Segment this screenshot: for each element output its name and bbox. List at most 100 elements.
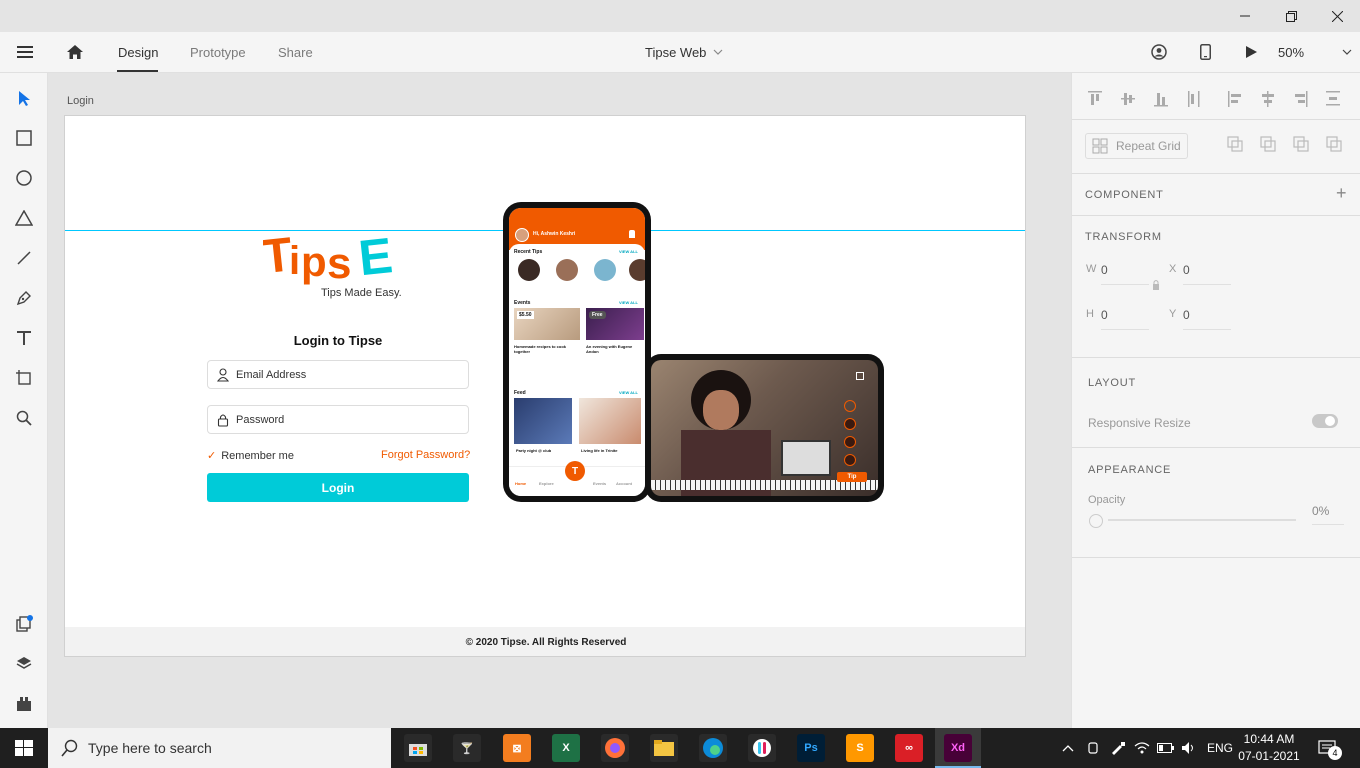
- lock-aspect-icon[interactable]: [1152, 279, 1160, 291]
- opacity-value[interactable]: 0%: [1312, 504, 1329, 518]
- svg-text:Tips Made Easy.: Tips Made Easy.: [321, 287, 402, 299]
- firefox-icon[interactable]: [601, 734, 629, 762]
- remember-me-checkbox[interactable]: ✓ Remember me: [207, 449, 294, 462]
- video-screen: Tip: [651, 360, 878, 496]
- artboard-tool-icon[interactable]: [12, 366, 36, 390]
- windows-start-icon[interactable]: [15, 740, 33, 761]
- show-hidden-icons[interactable]: [1062, 728, 1074, 768]
- app-game-icon[interactable]: 🍸: [453, 734, 481, 762]
- y-value[interactable]: 0: [1183, 308, 1190, 322]
- zoom-tool-icon[interactable]: [12, 406, 36, 430]
- responsive-resize-toggle[interactable]: [1312, 414, 1338, 428]
- share-user-icon[interactable]: [1151, 32, 1168, 72]
- tip-option-4: [844, 454, 856, 466]
- component-section-title: COMPONENT: [1085, 189, 1164, 201]
- text-tool-icon[interactable]: [12, 326, 36, 350]
- x-value[interactable]: 0: [1183, 263, 1190, 277]
- volume-icon[interactable]: [1181, 728, 1197, 768]
- document-title-label: Tipse Web: [645, 44, 707, 60]
- tipse-logo: T i p s E Tips Made Easy.: [260, 227, 423, 300]
- slack-icon[interactable]: [748, 734, 776, 762]
- view-all-link: VIEW ALL: [619, 390, 638, 395]
- login-button[interactable]: Login: [207, 473, 469, 502]
- xd-taskbar-button[interactable]: Xd: [935, 728, 981, 768]
- align-icons[interactable]: [1088, 91, 1340, 107]
- select-tool-icon[interactable]: [12, 86, 36, 110]
- tab-design[interactable]: Design: [118, 32, 158, 72]
- layers-panel-icon[interactable]: [12, 652, 36, 676]
- opacity-slider-track[interactable]: [1108, 519, 1296, 521]
- language-indicator[interactable]: ENG: [1207, 728, 1233, 768]
- artboard-login[interactable]: T i p s E Tips Made Easy. Login to Tipse…: [64, 115, 1026, 657]
- width-value[interactable]: 0: [1101, 263, 1108, 277]
- plugins-panel-icon[interactable]: [12, 692, 36, 716]
- phone-mockup-landscape[interactable]: Tip: [645, 354, 884, 502]
- rectangle-tool-icon[interactable]: [12, 126, 36, 150]
- tip-option-1: [844, 400, 856, 412]
- nav-home: Home: [515, 481, 527, 486]
- line-tool-icon[interactable]: [12, 246, 36, 270]
- battery-icon[interactable]: [1157, 728, 1175, 768]
- wifi-icon[interactable]: [1134, 728, 1150, 768]
- taskbar-search[interactable]: Type here to search: [48, 728, 391, 768]
- password-field[interactable]: Password: [207, 405, 469, 434]
- store-icon[interactable]: [404, 734, 432, 762]
- zoom-select[interactable]: 50%: [1278, 32, 1352, 72]
- feed-title-1: Party night @ club: [516, 448, 552, 453]
- tray-app-icon[interactable]: [1086, 728, 1100, 768]
- edge-icon[interactable]: [699, 734, 727, 762]
- xd-icon: Xd: [944, 734, 972, 762]
- close-button[interactable]: [1314, 0, 1360, 32]
- tip-button: Tip: [837, 472, 867, 482]
- repeat-grid-icon: [1092, 138, 1108, 154]
- clock[interactable]: 10:44 AM 07-01-2021: [1238, 731, 1300, 765]
- bottom-nav: Home Explore T Events Account: [509, 461, 645, 496]
- tab-share[interactable]: Share: [278, 32, 313, 72]
- pen-tool-icon[interactable]: [12, 286, 36, 310]
- file-explorer-icon[interactable]: [650, 734, 678, 762]
- excel-icon[interactable]: X: [552, 734, 580, 762]
- photoshop-icon[interactable]: Ps: [797, 734, 825, 762]
- transform-section-title: TRANSFORM: [1085, 231, 1162, 243]
- artboard-label[interactable]: Login: [67, 95, 94, 107]
- forgot-password-link[interactable]: Forgot Password?: [381, 449, 470, 461]
- assets-panel-icon[interactable]: [12, 612, 36, 636]
- notification-center-icon[interactable]: 4: [1318, 728, 1342, 768]
- divider: [1072, 357, 1360, 358]
- device-preview-icon[interactable]: [1200, 32, 1211, 72]
- events-label: Events: [514, 300, 531, 306]
- restore-button[interactable]: [1268, 0, 1314, 32]
- opacity-slider-thumb[interactable]: [1089, 514, 1103, 528]
- minimize-button[interactable]: [1222, 0, 1268, 32]
- add-component-icon[interactable]: +: [1336, 183, 1347, 204]
- creative-cloud-icon[interactable]: ∞: [895, 734, 923, 762]
- phone-mockup-portrait[interactable]: Hi, Ashwin Keshri Recent Tips VIEW ALL E…: [503, 202, 651, 502]
- height-label: H: [1086, 308, 1094, 320]
- color-picker-icon[interactable]: [1110, 728, 1126, 768]
- document-title[interactable]: Tipse Web: [645, 32, 723, 72]
- sublime-icon[interactable]: S: [846, 734, 874, 762]
- nav-events: Events: [593, 481, 607, 486]
- play-preview-icon[interactable]: [1245, 32, 1258, 72]
- tip-avatar-4: [629, 259, 645, 281]
- user-icon: [217, 368, 229, 382]
- repeat-grid-label: Repeat Grid: [1116, 139, 1181, 153]
- svg-text:p: p: [301, 238, 327, 285]
- tab-prototype[interactable]: Prototype: [190, 32, 246, 72]
- height-underline: [1101, 329, 1149, 330]
- event-image-2: Free: [586, 308, 644, 340]
- home-icon[interactable]: [66, 32, 84, 72]
- tip-avatar-2: [556, 259, 578, 281]
- ellipse-tool-icon[interactable]: [12, 166, 36, 190]
- tools-panel: [0, 73, 48, 728]
- email-field[interactable]: Email Address: [207, 360, 469, 389]
- hamburger-menu-icon[interactable]: [17, 32, 33, 72]
- boolean-ops-icons[interactable]: [1227, 136, 1345, 154]
- property-inspector: Repeat Grid COMPONENT + TRANSFORM W 0 X …: [1071, 73, 1360, 728]
- polygon-tool-icon[interactable]: [12, 206, 36, 230]
- xampp-icon[interactable]: ⊠: [503, 734, 531, 762]
- height-value[interactable]: 0: [1101, 308, 1108, 322]
- repeat-grid-button[interactable]: Repeat Grid: [1085, 133, 1188, 159]
- opacity-label: Opacity: [1088, 494, 1126, 506]
- toggle-knob: [1325, 416, 1335, 426]
